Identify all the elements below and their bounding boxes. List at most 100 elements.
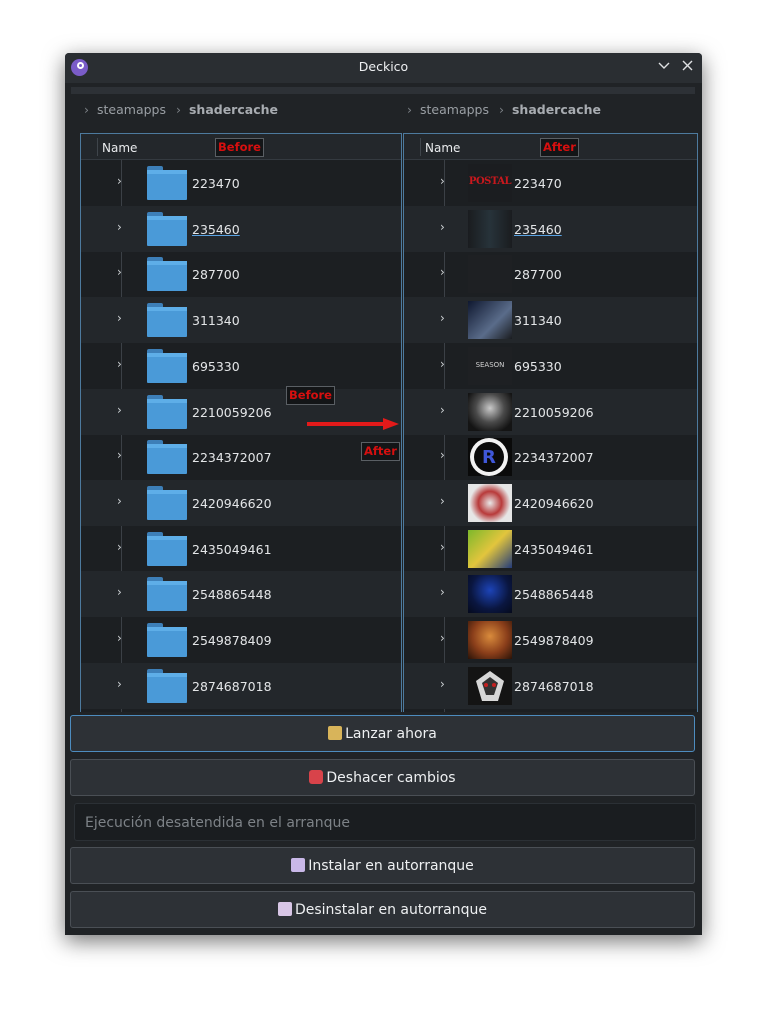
- tree-row[interactable]: › 2549878409: [81, 617, 401, 663]
- breadcrumb-item-steamapps[interactable]: steamapps: [97, 102, 166, 117]
- expand-chevron-icon[interactable]: ›: [117, 631, 122, 645]
- tree-row[interactable]: › 287700: [81, 251, 401, 297]
- tree-row[interactable]: › 2435049461: [404, 526, 697, 572]
- expand-chevron-icon[interactable]: ›: [117, 540, 122, 554]
- tree-row[interactable]: › R 2234372007: [404, 434, 697, 480]
- folder-name: 311340: [192, 313, 240, 329]
- expand-chevron-icon[interactable]: ›: [440, 174, 445, 188]
- expand-chevron-icon[interactable]: ›: [117, 220, 122, 234]
- folder-icon: [147, 668, 187, 703]
- breadcrumb: › steamapps › shadercache: [407, 102, 601, 118]
- tree-row[interactable]: › 2234372007: [81, 434, 401, 480]
- breadcrumb-item-shadercache[interactable]: shadercache: [512, 102, 601, 117]
- expand-chevron-icon[interactable]: ›: [440, 220, 445, 234]
- folder-name: 2549878409: [514, 633, 594, 648]
- game-logo-icon: [468, 529, 512, 568]
- breadcrumb-item-steamapps[interactable]: steamapps: [420, 102, 489, 117]
- game-logo-icon: [468, 255, 512, 294]
- expand-chevron-icon[interactable]: ›: [440, 494, 445, 508]
- tree-header: Name Before: [81, 134, 401, 160]
- close-icon[interactable]: [678, 58, 696, 76]
- tree-row[interactable]: › 235460: [81, 205, 401, 252]
- tree-row[interactable]: › 695330: [81, 343, 401, 389]
- tree-row[interactable]: › 2420946620: [404, 479, 697, 526]
- season-logo-icon: SEASON: [468, 346, 512, 385]
- expand-chevron-icon[interactable]: ›: [117, 174, 122, 188]
- expand-chevron-icon[interactable]: ›: [440, 631, 445, 645]
- toolbar-strip: [71, 87, 695, 94]
- tree-row[interactable]: › 2435049461: [81, 526, 401, 572]
- undo-icon: [309, 770, 324, 784]
- expand-chevron-icon[interactable]: ›: [440, 448, 445, 462]
- folder-name: 2435049461: [514, 541, 594, 557]
- folder-name: 2234372007: [514, 450, 594, 466]
- expand-chevron-icon[interactable]: ›: [440, 540, 445, 554]
- game-art-icon: [468, 621, 512, 659]
- wolf-logo-icon: [468, 666, 512, 705]
- after-tag: After: [540, 138, 579, 157]
- expand-chevron-icon[interactable]: ›: [440, 585, 445, 599]
- uninstall-autostart-button[interactable]: Desinstalar en autorranque: [70, 891, 695, 928]
- expand-chevron-icon[interactable]: ›: [440, 677, 445, 691]
- tree-row[interactable]: › POSTAL 223470: [404, 160, 697, 206]
- minimize-chevron-icon[interactable]: [655, 58, 673, 76]
- folder-tree-after[interactable]: Name After › POSTAL 223470 › 235460 › 287700 › 3…: [403, 133, 698, 712]
- tree-row[interactable]: › 223470: [81, 160, 401, 206]
- tree-row[interactable]: › 311340: [81, 297, 401, 344]
- tree-row[interactable]: › 311340: [404, 297, 697, 344]
- column-header-name[interactable]: Name: [425, 141, 460, 155]
- expand-chevron-icon[interactable]: ›: [117, 311, 122, 325]
- column-header-name[interactable]: Name: [102, 141, 137, 155]
- before-tag: Before: [215, 138, 264, 157]
- uninstall-icon: [277, 902, 292, 916]
- install-icon: [291, 858, 306, 872]
- folder-name: 2435049461: [192, 541, 272, 557]
- expand-chevron-icon[interactable]: ›: [117, 357, 122, 371]
- launch-now-button[interactable]: Lanzar ahora: [70, 715, 695, 752]
- folder-name: 2234372007: [192, 450, 272, 466]
- tree-row[interactable]: › 2549878409: [404, 617, 697, 663]
- launch-label: Lanzar ahora: [345, 726, 437, 742]
- expand-chevron-icon[interactable]: ›: [440, 311, 445, 325]
- season-text: SEASON: [475, 360, 505, 369]
- expand-chevron-icon[interactable]: ›: [117, 585, 122, 599]
- postal-text: POSTAL: [468, 176, 512, 187]
- tree-row[interactable]: › SEASON 695330: [404, 343, 697, 389]
- undo-changes-button[interactable]: Deshacer cambios: [70, 759, 695, 796]
- expand-chevron-icon[interactable]: ›: [117, 403, 122, 417]
- app-window: Deckico › steamapps › shadercache › steamapp…: [65, 53, 702, 935]
- chevron-right-icon: ›: [175, 102, 181, 117]
- install-autostart-button[interactable]: Instalar en autorranque: [70, 847, 695, 884]
- tree-row[interactable]: › 2210059206: [404, 388, 697, 435]
- tree-row[interactable]: › 287700: [404, 251, 697, 297]
- install-label: Instalar en autorranque: [308, 858, 474, 874]
- folder-icon: [147, 623, 187, 657]
- folder-icon: [147, 348, 187, 383]
- expand-chevron-icon[interactable]: ›: [440, 265, 445, 279]
- tree-row[interactable]: › 2874687018: [404, 662, 697, 709]
- tree-row[interactable]: › 235460: [404, 205, 697, 252]
- expand-chevron-icon[interactable]: ›: [440, 403, 445, 417]
- expand-chevron-icon[interactable]: ›: [117, 265, 122, 279]
- expand-chevron-icon[interactable]: ›: [440, 357, 445, 371]
- tree-row[interactable]: › 2874687018: [81, 662, 401, 709]
- unattended-startup-field[interactable]: Ejecución desatendida en el arranque: [74, 803, 696, 841]
- expand-chevron-icon[interactable]: ›: [117, 494, 122, 508]
- postal-logo-icon: POSTAL: [468, 164, 512, 202]
- folder-name: 2210059206: [192, 404, 272, 420]
- tree-row[interactable]: › 2548865448: [81, 571, 401, 618]
- breadcrumb-item-shadercache[interactable]: shadercache: [189, 102, 278, 117]
- expand-chevron-icon[interactable]: ›: [117, 448, 122, 462]
- folder-icon: [147, 211, 187, 246]
- expand-chevron-icon[interactable]: ›: [117, 677, 122, 691]
- game-banner-icon: [468, 301, 512, 340]
- tree-row[interactable]: › 2420946620: [81, 479, 401, 526]
- game-art-icon: [468, 575, 512, 614]
- tree-row[interactable]: › 2548865448: [404, 571, 697, 618]
- launch-icon: [328, 726, 343, 740]
- breadcrumb: › steamapps › shadercache: [84, 102, 278, 118]
- game-art-icon: [468, 392, 512, 431]
- before-annotation: Before: [286, 386, 335, 405]
- chevron-right-icon: ›: [407, 102, 412, 117]
- folder-name: 2874687018: [514, 678, 594, 694]
